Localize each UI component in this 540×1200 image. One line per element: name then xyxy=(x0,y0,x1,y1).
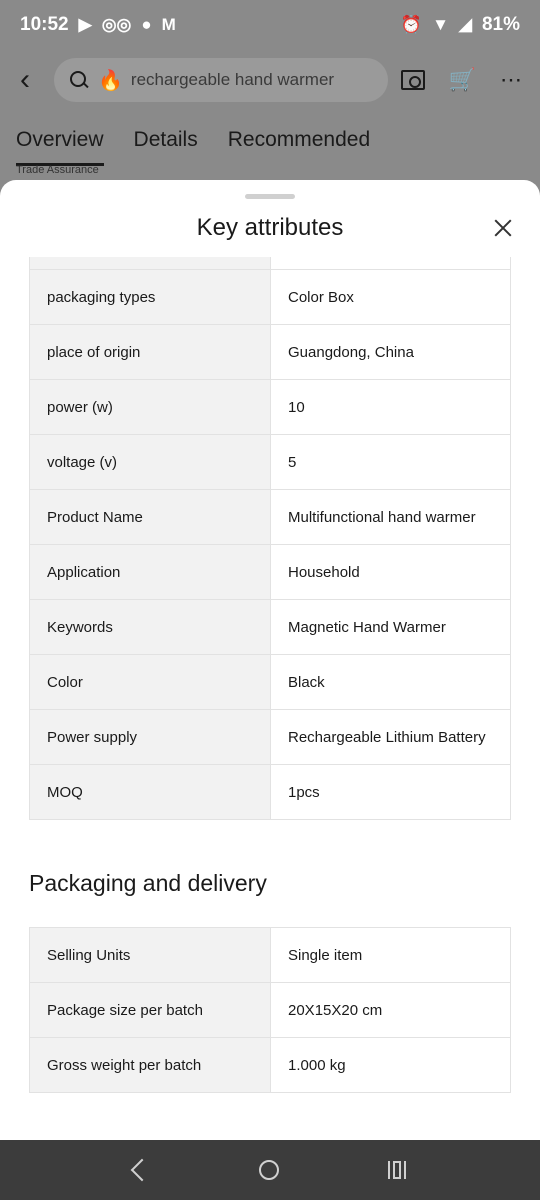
table-row: Selling Units Single item xyxy=(29,927,511,983)
fire-icon: 🔥 xyxy=(98,69,123,92)
recents-bar-right xyxy=(403,1161,406,1179)
status-bar: 10:52 ▶ ◎◎ ● M ⏰ ▼ ◢ 81% xyxy=(0,0,540,50)
table-row: Power supply Rechargeable Lithium Battery xyxy=(29,709,511,765)
table-row: voltage (v) 5 xyxy=(29,434,511,490)
attr-key: Keywords xyxy=(29,599,271,655)
signal-icon: ◢ xyxy=(458,15,472,34)
camera-icon[interactable] xyxy=(400,70,425,90)
attr-value: Color Box xyxy=(270,269,511,325)
nav-back-icon[interactable] xyxy=(131,1158,154,1182)
attr-key: MOQ xyxy=(29,764,271,820)
attr-key: Application xyxy=(29,544,271,600)
attr-key: Package size per batch xyxy=(29,982,271,1038)
reddit-icon: ● xyxy=(141,15,152,34)
youtube-icon: ▶ xyxy=(78,15,92,34)
attributes-table: packaging types Color Box place of origin… xyxy=(29,269,511,820)
background-app: 10:52 ▶ ◎◎ ● M ⏰ ▼ ◢ 81% ‹ 🔥 rechargeabl… xyxy=(0,0,540,200)
trade-assurance-label: Trade Assurance xyxy=(16,164,99,176)
attr-key: Color xyxy=(29,654,271,710)
status-time: 10:52 xyxy=(20,14,69,35)
attr-key: power (w) xyxy=(29,379,271,435)
wifi-icon: ▼ xyxy=(432,15,449,34)
system-nav-bar xyxy=(0,1140,540,1200)
key-attributes-sheet: Key attributes packaging types Color Box … xyxy=(0,180,540,1140)
attr-value: 5 xyxy=(270,434,511,490)
alarm-icon: ⏰ xyxy=(400,15,423,34)
table-row: Keywords Magnetic Hand Warmer xyxy=(29,599,511,655)
voicemail-icon: ◎◎ xyxy=(101,15,132,34)
attr-key: packaging types xyxy=(29,269,271,325)
battery-level: 81% xyxy=(481,14,520,35)
app-bar: ‹ 🔥 rechargeable hand warmer 🛒 ⋯ xyxy=(0,50,540,110)
attr-value: Multifunctional hand warmer xyxy=(270,489,511,545)
table-row: MOQ 1pcs xyxy=(29,764,511,820)
attr-value: Guangdong, China xyxy=(270,324,511,380)
cart-icon[interactable]: 🛒 xyxy=(449,67,476,93)
attr-key: Power supply xyxy=(29,709,271,765)
attr-value: Magnetic Hand Warmer xyxy=(270,599,511,655)
attr-key: Product Name xyxy=(29,489,271,545)
attr-value: 20X15X20 cm xyxy=(270,982,511,1038)
attr-key: voltage (v) xyxy=(29,434,271,490)
attr-value: Rechargeable Lithium Battery xyxy=(270,709,511,765)
sheet-title: Key attributes xyxy=(196,214,344,241)
table-row: Product Name Multifunctional hand warmer xyxy=(29,489,511,545)
attr-key: Gross weight per batch xyxy=(29,1037,271,1093)
table-row: Package size per batch 20X15X20 cm xyxy=(29,982,511,1038)
partial-row xyxy=(29,257,511,269)
attr-value: 1pcs xyxy=(270,764,511,820)
search-query: rechargeable hand warmer xyxy=(130,70,335,89)
partial-key xyxy=(30,257,271,269)
search-icon xyxy=(68,69,90,91)
table-row: power (w) 10 xyxy=(29,379,511,435)
tab-recommended[interactable]: Recommended xyxy=(228,128,370,152)
sheet-header: Key attributes xyxy=(0,199,540,257)
table-row: Gross weight per batch 1.000 kg xyxy=(29,1037,511,1093)
attr-value: Black xyxy=(270,654,511,710)
tab-overview[interactable]: Overview xyxy=(16,128,104,166)
tab-details[interactable]: Details xyxy=(134,128,198,152)
table-row: Color Black xyxy=(29,654,511,710)
partial-value xyxy=(271,257,510,269)
nav-home-icon[interactable] xyxy=(258,1160,279,1180)
attr-key: Selling Units xyxy=(29,927,271,983)
recents-bar-mid xyxy=(392,1161,401,1179)
attr-value: Household xyxy=(270,544,511,600)
close-icon[interactable] xyxy=(488,213,518,243)
search-bar[interactable]: 🔥 rechargeable hand warmer xyxy=(54,58,388,102)
more-icon[interactable]: ⋯ xyxy=(500,67,522,93)
recents-bar-left xyxy=(387,1161,390,1179)
attr-value: 10 xyxy=(270,379,511,435)
attr-key: place of origin xyxy=(29,324,271,380)
table-row: Application Household xyxy=(29,544,511,600)
packaging-table: Selling Units Single item Package size pe… xyxy=(29,927,511,1093)
gmail-icon: M xyxy=(161,15,176,34)
product-tabs: Overview Details Recommended xyxy=(0,110,540,170)
nav-recents-icon[interactable] xyxy=(387,1161,406,1179)
table-row: packaging types Color Box xyxy=(29,269,511,325)
packaging-section-title: Packaging and delivery xyxy=(29,870,267,896)
back-arrow-icon[interactable]: ‹ xyxy=(10,63,40,97)
attr-value: 1.000 kg xyxy=(270,1037,511,1093)
attr-value: Single item xyxy=(270,927,511,983)
table-row: place of origin Guangdong, China xyxy=(29,324,511,380)
